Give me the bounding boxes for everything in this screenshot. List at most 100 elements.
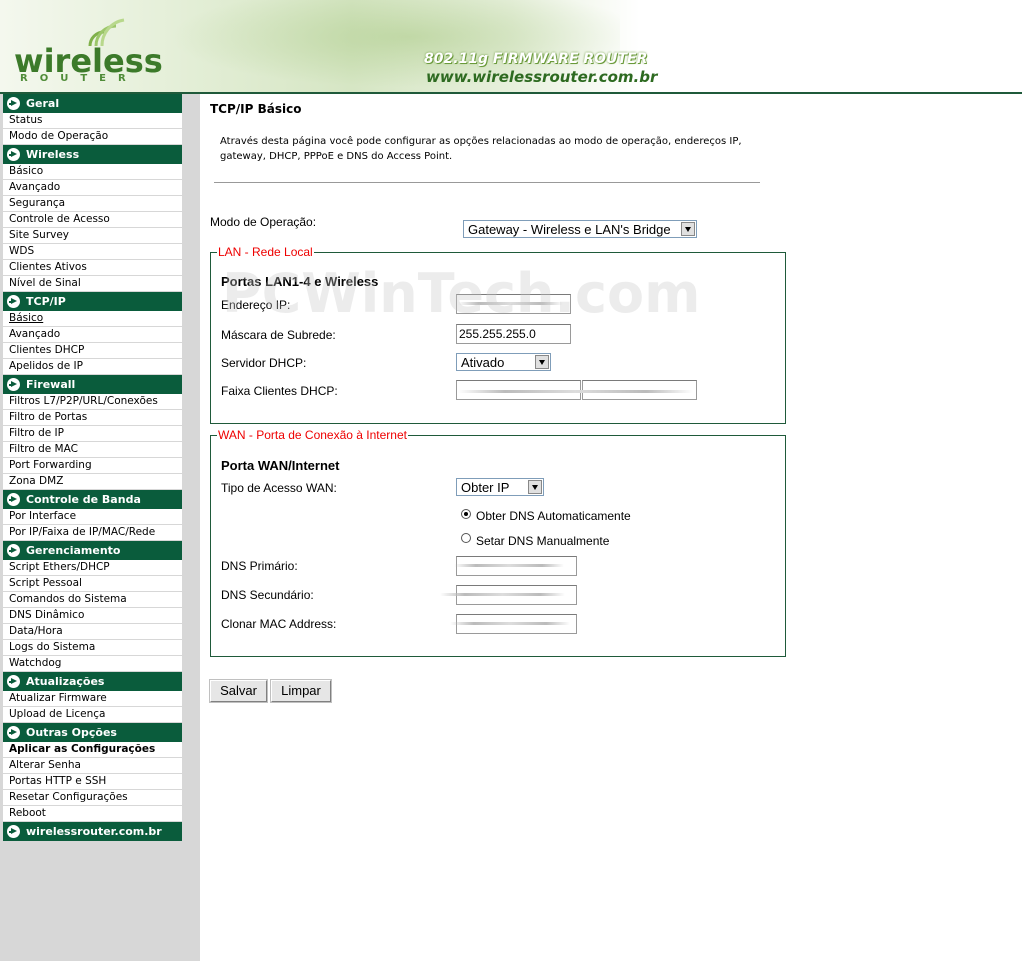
- sidebar-section-label: wirelessrouter.com.br: [26, 825, 162, 838]
- sidebar-item[interactable]: Básico: [3, 311, 182, 327]
- sidebar-item[interactable]: Filtro de MAC: [3, 442, 182, 458]
- dns-auto-label: Obter DNS Automaticamente: [476, 509, 631, 523]
- sidebar-item[interactable]: Filtro de Portas: [3, 410, 182, 426]
- redacted-text: [440, 593, 565, 596]
- redacted-text: [454, 564, 564, 567]
- dns-manual-label: Setar DNS Manualmente: [476, 534, 610, 548]
- sidebar-item[interactable]: Clientes Ativos: [3, 260, 182, 276]
- arrow-right-icon: [7, 97, 20, 110]
- sidebar-item[interactable]: Upload de Licença: [3, 707, 182, 723]
- sidebar-section-header[interactable]: Geral: [3, 94, 182, 113]
- sidebar-item[interactable]: WDS: [3, 244, 182, 260]
- redacted-text: [458, 390, 693, 393]
- sidebar-section-label: Gerenciamento: [26, 544, 121, 557]
- wan-legend: WAN - Porta de Conexão à Internet: [218, 428, 407, 442]
- sidebar-item[interactable]: Aplicar as Configurações: [3, 742, 182, 758]
- sidebar-item[interactable]: Site Survey: [3, 228, 182, 244]
- sidebar-item[interactable]: Port Forwarding: [3, 458, 182, 474]
- lan-mask-label: Máscara de Subrede:: [221, 328, 336, 342]
- redacted-text: [450, 622, 570, 625]
- page-title: TCP/IP Básico: [210, 102, 302, 116]
- sidebar-item[interactable]: Clientes DHCP: [3, 343, 182, 359]
- sidebar-item[interactable]: Básico: [3, 164, 182, 180]
- arrow-right-icon: [7, 378, 20, 391]
- sidebar-item[interactable]: Nível de Sinal: [3, 276, 182, 292]
- sidebar-item[interactable]: Controle de Acesso: [3, 212, 182, 228]
- sidebar-item[interactable]: Logs do Sistema: [3, 640, 182, 656]
- sidebar-item[interactable]: Script Ethers/DHCP: [3, 560, 182, 576]
- chevron-down-icon[interactable]: [681, 222, 695, 236]
- dhcp-server-value: Ativado: [461, 355, 505, 370]
- sidebar-item[interactable]: Filtro de IP: [3, 426, 182, 442]
- header-banner: wireless ROUTER 802.11g FIRMWARE ROUTER …: [0, 0, 1022, 92]
- sidebar-item[interactable]: Segurança: [3, 196, 182, 212]
- sidebar-section-label: Firewall: [26, 378, 76, 391]
- sidebar-item[interactable]: Apelidos de IP: [3, 359, 182, 375]
- arrow-right-icon: [7, 675, 20, 688]
- wan-type-value: Obter IP: [461, 480, 510, 495]
- sidebar-section-header[interactable]: Atualizações: [3, 672, 182, 691]
- sidebar-item[interactable]: Por IP/Faixa de IP/MAC/Rede: [3, 525, 182, 541]
- sidebar-item[interactable]: Comandos do Sistema: [3, 592, 182, 608]
- sidebar-section-header[interactable]: Gerenciamento: [3, 541, 182, 560]
- sidebar-item[interactable]: Zona DMZ: [3, 474, 182, 490]
- sidebar-item[interactable]: Status: [3, 113, 182, 129]
- firmware-title: 802.11g FIRMWARE ROUTER: [424, 51, 648, 67]
- save-button[interactable]: Salvar: [209, 679, 268, 703]
- firmware-url: www.wirelessrouter.com.br: [426, 68, 658, 86]
- sidebar-section-header[interactable]: wirelessrouter.com.br: [3, 822, 182, 841]
- dns-auto-radio[interactable]: [461, 509, 471, 519]
- arrow-right-icon: [7, 295, 20, 308]
- clone-mac-label: Clonar MAC Address:: [221, 617, 337, 631]
- sidebar-section-header[interactable]: Controle de Banda: [3, 490, 182, 509]
- sidebar-section-header[interactable]: Firewall: [3, 375, 182, 394]
- chevron-down-icon[interactable]: [528, 480, 542, 494]
- dhcp-range-label: Faixa Clientes DHCP:: [221, 384, 338, 398]
- lan-ip-label: Endereço IP:: [221, 298, 291, 312]
- dns-manual-radio[interactable]: [461, 533, 471, 543]
- chevron-down-icon[interactable]: [535, 355, 549, 369]
- arrow-right-icon: [7, 544, 20, 557]
- divider: [214, 182, 760, 183]
- dhcp-server-label: Servidor DHCP:: [221, 356, 307, 370]
- sidebar-section-label: Atualizações: [26, 675, 105, 688]
- modo-select[interactable]: Gateway - Wireless e LAN's Bridge: [463, 220, 697, 238]
- sidebar-section-header[interactable]: Wireless: [3, 145, 182, 164]
- dhcp-server-select[interactable]: Ativado: [456, 353, 551, 371]
- sidebar-item[interactable]: Avançado: [3, 180, 182, 196]
- sidebar-item[interactable]: DNS Dinâmico: [3, 608, 182, 624]
- lan-mask-input[interactable]: 255.255.255.0: [456, 324, 571, 344]
- page-description: Através desta página você pode configura…: [220, 136, 742, 162]
- sidebar-item[interactable]: Alterar Senha: [3, 758, 182, 774]
- sidebar-section-header[interactable]: Outras Opções: [3, 723, 182, 742]
- sidebar-item[interactable]: Script Pessoal: [3, 576, 182, 592]
- sidebar-item[interactable]: Filtros L7/P2P/URL/Conexões: [3, 394, 182, 410]
- arrow-right-icon: [7, 726, 20, 739]
- sidebar: Geral Status Modo de Operação Wireless Básic…: [0, 94, 200, 961]
- logo-subtitle: ROUTER: [20, 73, 138, 84]
- sidebar-item[interactable]: Por Interface: [3, 509, 182, 525]
- arrow-right-icon: [7, 493, 20, 506]
- sidebar-item[interactable]: Modo de Operação: [3, 129, 182, 145]
- sidebar-menu: Geral Status Modo de Operação Wireless Básic…: [3, 94, 182, 841]
- sidebar-section-label: TCP/IP: [26, 295, 66, 308]
- sidebar-item[interactable]: Reboot: [3, 806, 182, 822]
- modo-select-value: Gateway - Wireless e LAN's Bridge: [468, 222, 671, 237]
- wan-type-label: Tipo de Acesso WAN:: [221, 481, 337, 495]
- sidebar-item[interactable]: Portas HTTP e SSH: [3, 774, 182, 790]
- sidebar-item[interactable]: Avançado: [3, 327, 182, 343]
- dns2-label: DNS Secundário:: [221, 588, 314, 602]
- sidebar-item[interactable]: Atualizar Firmware: [3, 691, 182, 707]
- sidebar-section-header[interactable]: TCP/IP: [3, 292, 182, 311]
- lan-legend: LAN - Rede Local: [218, 245, 313, 259]
- sidebar-section-label: Outras Opções: [26, 726, 117, 739]
- sidebar-section-label: Geral: [26, 97, 60, 110]
- clear-button[interactable]: Limpar: [270, 679, 332, 703]
- sidebar-item[interactable]: Watchdog: [3, 656, 182, 672]
- wan-type-select[interactable]: Obter IP: [456, 478, 544, 496]
- sidebar-item[interactable]: Resetar Configurações: [3, 790, 182, 806]
- dns1-label: DNS Primário:: [221, 559, 298, 573]
- wan-heading: Porta WAN/Internet: [221, 458, 340, 473]
- sidebar-item[interactable]: Data/Hora: [3, 624, 182, 640]
- modo-label: Modo de Operação:: [210, 215, 317, 229]
